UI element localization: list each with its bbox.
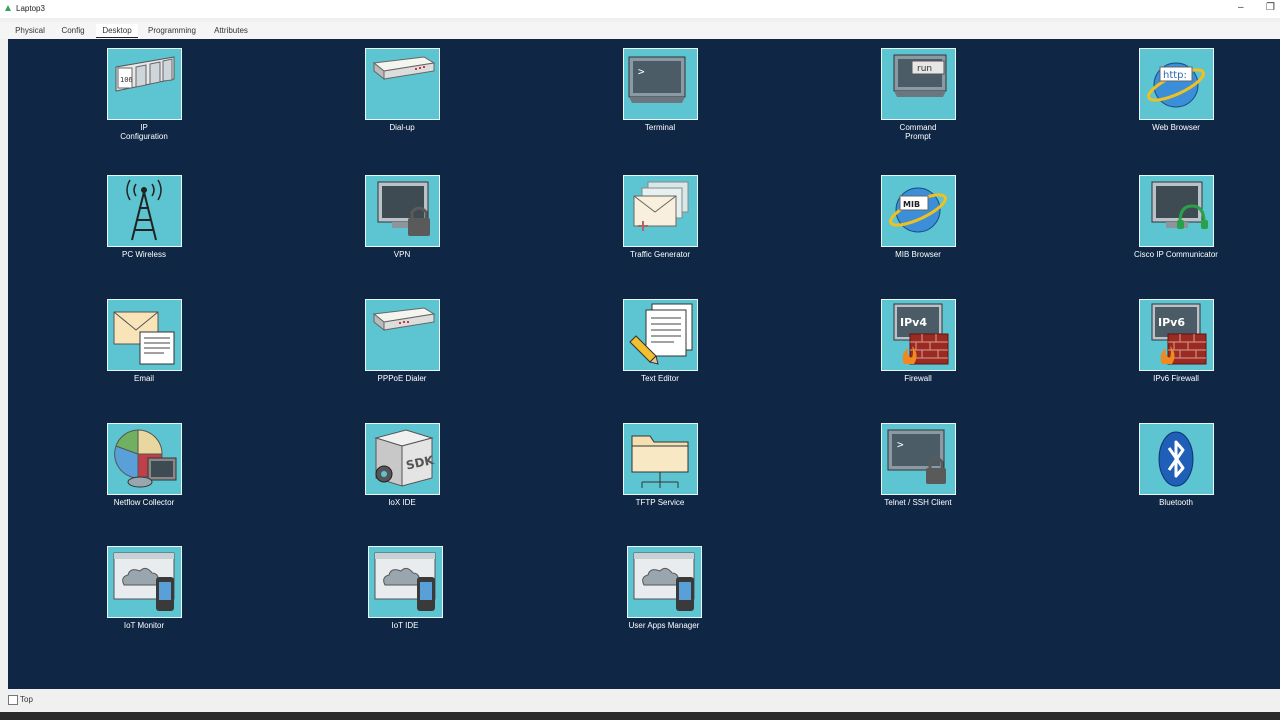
tab-config[interactable]: Config bbox=[58, 24, 88, 37]
taskbar-strip bbox=[0, 712, 1280, 720]
app-telnet-ssh-client[interactable]: > Telnet / SSH Client bbox=[863, 423, 973, 507]
app-text-editor[interactable]: Text Editor bbox=[605, 299, 715, 383]
netflow-collector-icon bbox=[113, 429, 176, 488]
tab-attributes[interactable]: Attributes bbox=[209, 24, 253, 37]
app-label: Terminal bbox=[644, 123, 676, 132]
run-text: run bbox=[917, 64, 932, 74]
ipv4-text: IPv4 bbox=[900, 316, 927, 329]
dialup-modem-icon bbox=[372, 56, 435, 81]
app-command-prompt[interactable]: run Command Prompt bbox=[863, 48, 973, 141]
app-label: IPv6 Firewall bbox=[1153, 374, 1199, 383]
app-label: Email bbox=[133, 374, 154, 383]
email-icon bbox=[113, 311, 174, 365]
top-checkbox-label: Top bbox=[20, 695, 33, 704]
app-netflow-collector[interactable]: Netflow Collector bbox=[89, 423, 199, 507]
app-pppoe-dialer[interactable]: PPPoE Dialer bbox=[347, 299, 457, 383]
app-label: IP Configuration bbox=[120, 123, 168, 141]
app-iot-monitor[interactable]: IoT Monitor bbox=[89, 546, 199, 630]
app-label: Traffic Generator bbox=[629, 250, 691, 259]
app-label: User Apps Manager bbox=[628, 621, 700, 630]
app-mib-browser[interactable]: MIB MIB Browser bbox=[863, 175, 973, 259]
status-bar: Top bbox=[0, 690, 1280, 710]
text-editor-icon bbox=[628, 303, 692, 365]
prompt-glyph: > bbox=[897, 438, 904, 451]
app-label: IoT Monitor bbox=[123, 621, 165, 630]
http-text: http: bbox=[1163, 70, 1187, 81]
app-label: TFTP Service bbox=[635, 498, 685, 507]
ip-106-text: 106 bbox=[120, 76, 133, 84]
app-email[interactable]: Email bbox=[89, 299, 199, 383]
restore-button[interactable]: ❐ bbox=[1266, 2, 1275, 13]
prompt-glyph: > bbox=[638, 65, 645, 78]
mib-browser-icon: MIB bbox=[888, 187, 947, 233]
tab-desktop[interactable]: Desktop bbox=[96, 24, 138, 38]
minimize-button[interactable]: – bbox=[1238, 2, 1244, 13]
app-firewall[interactable]: IPv4 Firewall bbox=[863, 299, 973, 383]
app-cisco-ip-communicator[interactable]: Cisco IP Communicator bbox=[1121, 175, 1231, 259]
app-iot-ide[interactable]: IoT IDE bbox=[350, 546, 460, 630]
web-browser-icon: http: bbox=[1146, 62, 1205, 108]
app-label: Cisco IP Communicator bbox=[1134, 250, 1218, 259]
ip-configuration-icon: 106 bbox=[115, 56, 174, 92]
window-titlebar: Laptop3 – ❐ bbox=[0, 0, 1280, 18]
app-terminal[interactable]: > Terminal bbox=[605, 48, 715, 132]
packet-tracer-app-icon bbox=[5, 5, 11, 11]
telnet-ssh-icon: > bbox=[887, 429, 946, 484]
user-apps-manager-icon bbox=[633, 552, 694, 611]
iot-ide-cloud-icon bbox=[374, 552, 435, 611]
app-pc-wireless[interactable]: PC Wireless bbox=[89, 175, 199, 259]
vpn-monitor-lock-icon bbox=[377, 181, 430, 236]
app-dial-up[interactable]: Dial-up bbox=[347, 48, 457, 132]
app-label: IoT IDE bbox=[391, 621, 419, 630]
app-web-browser[interactable]: http: Web Browser bbox=[1121, 48, 1231, 132]
ipv4-firewall-icon: IPv4 bbox=[893, 303, 948, 365]
bluetooth-icon bbox=[1158, 431, 1193, 487]
app-label: Firewall bbox=[904, 374, 932, 383]
app-iox-ide[interactable]: SDK IoX IDE bbox=[347, 423, 457, 507]
app-label: Web Browser bbox=[1152, 123, 1200, 132]
iot-monitor-cloud-icon bbox=[113, 552, 174, 611]
tftp-folder-icon bbox=[631, 435, 688, 488]
command-prompt-icon: run bbox=[893, 54, 946, 97]
app-label: PC Wireless bbox=[121, 250, 166, 259]
pppoe-dialer-icon bbox=[372, 307, 435, 332]
app-label: VPN bbox=[393, 250, 411, 259]
app-vpn[interactable]: VPN bbox=[347, 175, 457, 259]
iox-sdk-icon: SDK bbox=[373, 429, 435, 487]
app-label: Dial-up bbox=[389, 123, 415, 132]
tab-bar: Physical Config Desktop Programming Attr… bbox=[0, 22, 1280, 39]
traffic-generator-icon bbox=[633, 181, 688, 231]
mib-text: MIB bbox=[903, 200, 920, 209]
top-checkbox[interactable] bbox=[8, 695, 18, 705]
ip-communicator-headset-icon bbox=[1151, 181, 1208, 229]
window-title: Laptop3 bbox=[16, 4, 45, 13]
wireless-tower-icon bbox=[125, 179, 162, 241]
app-label: Telnet / SSH Client bbox=[884, 498, 952, 507]
app-label: Text Editor bbox=[641, 374, 679, 383]
app-ip-configuration[interactable]: 106 IP Configuration bbox=[89, 48, 199, 141]
app-traffic-generator[interactable]: Traffic Generator bbox=[605, 175, 715, 259]
app-label: Command Prompt bbox=[899, 123, 937, 141]
app-tftp-service[interactable]: TFTP Service bbox=[605, 423, 715, 507]
app-label: Bluetooth bbox=[1159, 498, 1193, 507]
app-bluetooth[interactable]: Bluetooth bbox=[1121, 423, 1231, 507]
app-label: MIB Browser bbox=[895, 250, 941, 259]
app-label: PPPoE Dialer bbox=[377, 374, 427, 383]
desktop-area: 106 IP Configuration Dial-up > Terminal … bbox=[8, 39, 1280, 689]
ipv6-firewall-icon: IPv6 bbox=[1151, 303, 1206, 365]
app-ipv6-firewall[interactable]: IPv6 IPv6 Firewall bbox=[1121, 299, 1231, 383]
tab-physical[interactable]: Physical bbox=[12, 24, 48, 37]
app-user-apps-manager[interactable]: User Apps Manager bbox=[609, 546, 719, 630]
ipv6-text: IPv6 bbox=[1158, 316, 1185, 329]
app-label: IoX IDE bbox=[388, 498, 416, 507]
terminal-icon: > bbox=[628, 56, 685, 103]
tab-programming[interactable]: Programming bbox=[144, 24, 200, 37]
app-label: Netflow Collector bbox=[113, 498, 175, 507]
